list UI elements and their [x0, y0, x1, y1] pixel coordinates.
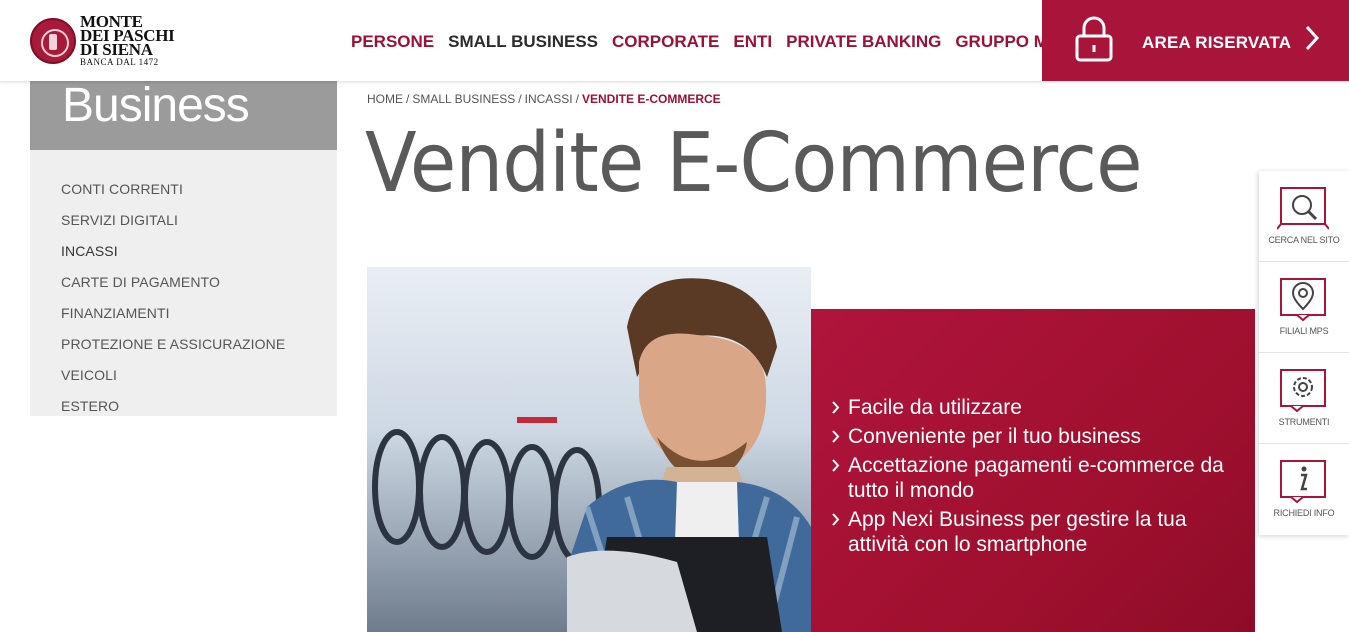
chevron-right-icon — [832, 513, 840, 526]
hero-image — [367, 267, 811, 632]
nav-corporate[interactable]: CORPORATE — [612, 32, 719, 52]
main-nav: PERSONE SMALL BUSINESS CORPORATE ENTI PR… — [351, 32, 1071, 52]
feature-item: Conveniente per il tuo business — [831, 424, 1241, 449]
breadcrumb-current: VENDITE E-COMMERCE — [581, 92, 721, 106]
chevron-right-icon — [832, 430, 840, 443]
breadcrumb-home[interactable]: HOME — [367, 92, 403, 106]
tool-richiedi-info[interactable]: RICHIEDI INFO — [1259, 444, 1349, 535]
person-illustration — [567, 278, 811, 632]
feature-text: Accettazione pagamenti e-commerce da tut… — [848, 454, 1224, 502]
chevron-right-icon — [832, 459, 840, 472]
tool-label: RICHIEDI INFO — [1273, 508, 1335, 518]
map-pin-icon — [1280, 278, 1326, 321]
feature-text: App Nexi Business per gestire la tua att… — [848, 508, 1187, 556]
sidebar-item-carte-di-pagamento[interactable]: CARTE DI PAGAMENTO — [61, 267, 337, 298]
sidebar-item-conti-correnti[interactable]: CONTI CORRENTI — [61, 174, 337, 205]
seal-icon — [30, 18, 76, 64]
sidebar-menu: CONTI CORRENTI SERVIZI DIGITALI INCASSI … — [30, 150, 337, 416]
sidebar-item-estero[interactable]: ESTERO — [61, 391, 337, 422]
sidebar-item-servizi-digitali[interactable]: SERVIZI DIGITALI — [61, 205, 337, 236]
logo-tagline: BANCA DAL 1472 — [80, 57, 159, 67]
breadcrumb-small-business[interactable]: SMALL BUSINESS — [412, 92, 515, 106]
sidebar-item-incassi[interactable]: INCASSI — [61, 236, 337, 267]
tool-strumenti[interactable]: STRUMENTI — [1259, 353, 1349, 444]
feature-text: Conveniente per il tuo business — [848, 425, 1142, 448]
tool-label: CERCA NEL SITO — [1268, 235, 1340, 245]
site-header: MONTE DEI PASCHI DI SIENA BANCA DAL 1472… — [0, 0, 1349, 81]
gear-icon — [1280, 369, 1326, 412]
lock-icon — [1075, 16, 1113, 62]
feature-item: App Nexi Business per gestire la tua att… — [831, 507, 1241, 557]
chevron-right-icon — [832, 401, 840, 414]
breadcrumb: HOME / SMALL BUSINESS / INCASSI / VENDITE E-CO… — [367, 92, 721, 106]
area-riservata-label: AREA RISERVATA — [1142, 33, 1292, 52]
info-icon — [1280, 460, 1326, 503]
feature-text: Facile da utilizzare — [848, 396, 1022, 419]
page-title: Vendite E-Commerce — [365, 116, 1143, 211]
search-icon — [1277, 187, 1329, 230]
area-riservata-button[interactable]: AREA RISERVATA — [1042, 0, 1349, 81]
features-panel: Facile da utilizzare Conveniente per il … — [811, 309, 1255, 632]
sidebar-item-finanziamenti[interactable]: FINANZIAMENTI — [61, 298, 337, 329]
feature-item: Facile da utilizzare — [831, 395, 1241, 420]
breadcrumb-incassi[interactable]: INCASSI — [525, 92, 573, 106]
sidebar-title-box: Business — [30, 81, 337, 150]
sidebar-title: Business — [62, 79, 250, 132]
features-list: Facile da utilizzare Conveniente per il … — [831, 395, 1241, 561]
tool-filiali-mps[interactable]: FILIALI MPS — [1259, 262, 1349, 353]
feature-item: Accettazione pagamenti e-commerce da tut… — [831, 453, 1241, 503]
tool-cerca-nel-sito[interactable]: CERCA NEL SITO — [1259, 171, 1349, 262]
nav-enti[interactable]: ENTI — [733, 32, 772, 52]
nav-persone[interactable]: PERSONE — [351, 32, 434, 52]
logo-text: MONTE DEI PASCHI DI SIENA BANCA DAL 1472 — [80, 13, 175, 67]
tool-label: FILIALI MPS — [1279, 326, 1329, 336]
nav-private-banking[interactable]: PRIVATE BANKING — [786, 32, 941, 52]
logo-line-3: DI SIENA — [80, 40, 153, 59]
logo[interactable]: MONTE DEI PASCHI DI SIENA BANCA DAL 1472 — [30, 12, 175, 70]
tools-sidebar: CERCA NEL SITO FILIALI MPS STRUMENTI RIC… — [1259, 171, 1349, 535]
nav-small-business[interactable]: SMALL BUSINESS — [448, 32, 598, 52]
sidebar-item-protezione-veicoli[interactable]: PROTEZIONE E ASSICURAZIONE VEICOLI — [61, 329, 337, 391]
tool-label: STRUMENTI — [1278, 417, 1330, 427]
chevron-right-icon — [1305, 25, 1320, 51]
